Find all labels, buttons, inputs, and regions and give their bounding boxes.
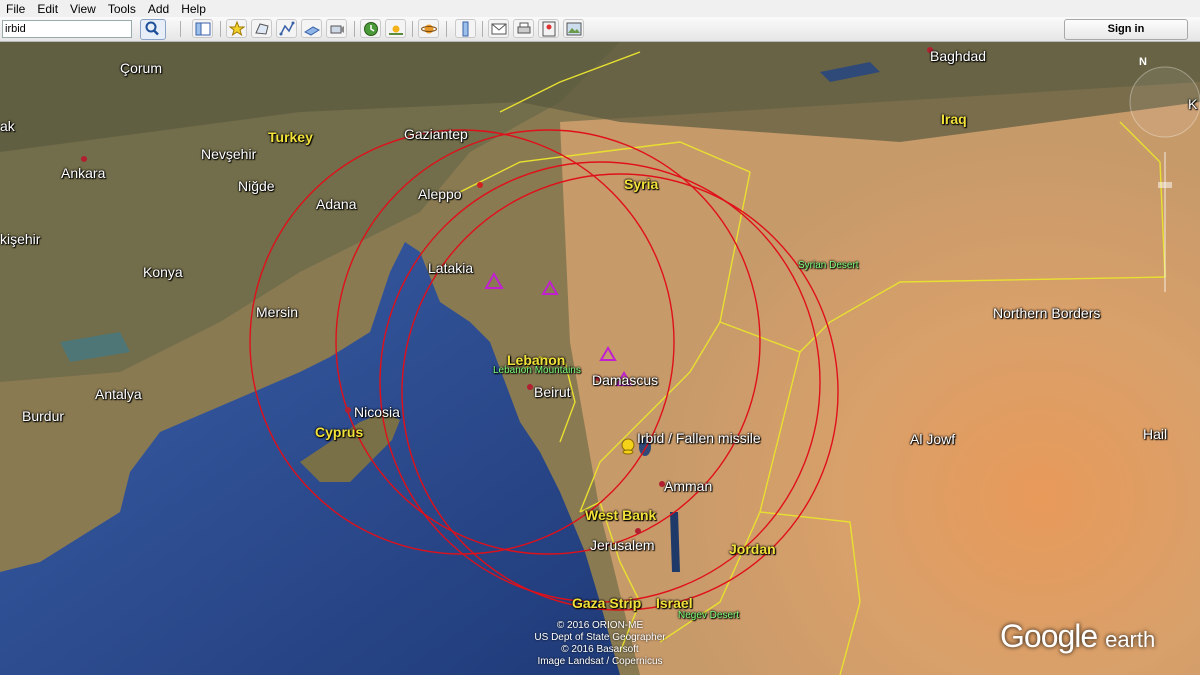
region-label-northern-borders: Northern Borders <box>993 305 1101 321</box>
country-label-turkey: Turkey <box>268 129 313 145</box>
city-label-latakia: Latakia <box>428 260 474 276</box>
email-button[interactable] <box>488 19 509 38</box>
placemark-icon <box>229 21 245 37</box>
city-label-kisehir: kişehir <box>0 231 41 247</box>
feature-label-syrian-desert: Syrian Desert <box>798 260 859 271</box>
menu-file[interactable]: File <box>0 0 31 17</box>
historical-imagery-button[interactable] <box>360 19 381 38</box>
camera-icon <box>330 25 344 34</box>
city-label-nevsehir: Nevşehir <box>201 146 257 162</box>
polygon-icon <box>255 23 269 35</box>
country-label-iraq: Iraq <box>941 111 967 127</box>
sidebar-toggle-button[interactable] <box>192 19 213 38</box>
country-label-west-bank: West Bank <box>585 507 657 523</box>
magnifier-icon <box>145 21 159 36</box>
menu-add[interactable]: Add <box>142 0 175 17</box>
menu-bar: File Edit View Tools Add Help <box>0 0 1200 17</box>
map-imagery: N <box>0 42 1200 675</box>
city-label-adana: Adana <box>316 196 357 212</box>
city-label-hail: Hail <box>1143 426 1168 442</box>
map-view[interactable]: N Baghdad Çorum ak Nevşehir Ankara Niğde… <box>0 42 1200 675</box>
city-label-nicosia: Nicosia <box>354 404 400 420</box>
logo-main: Google <box>1000 618 1098 654</box>
search-button[interactable] <box>140 19 166 40</box>
add-placemark-button[interactable] <box>226 19 247 38</box>
image-overlay-icon <box>304 26 320 36</box>
city-label-mersin: Mersin <box>256 304 299 320</box>
planet-icon <box>421 24 437 34</box>
attribution-line: © 2016 ORION-ME <box>556 620 644 631</box>
sunlight-button[interactable] <box>385 19 406 38</box>
capital-star-icon <box>345 407 351 413</box>
clock-icon <box>364 22 378 36</box>
svg-text:N: N <box>1139 56 1147 68</box>
menu-view[interactable]: View <box>64 0 102 17</box>
save-image-icon <box>566 22 582 36</box>
country-label-israel: Israel <box>656 595 693 611</box>
irbid-pin-icon <box>621 438 635 455</box>
capital-star-icon <box>635 528 641 534</box>
toolbar-separator <box>354 21 355 37</box>
city-label-beirut: Beirut <box>534 384 571 400</box>
record-tour-button[interactable] <box>326 19 347 38</box>
menu-tools[interactable]: Tools <box>102 0 142 17</box>
country-label-jordan: Jordan <box>729 541 776 557</box>
view-in-maps-button[interactable] <box>538 19 559 38</box>
city-dot-icon <box>477 182 483 188</box>
country-label-cyprus: Cyprus <box>315 424 364 440</box>
city-label-konya: Konya <box>143 264 183 280</box>
search-input[interactable]: irbid <box>2 20 132 38</box>
menu-edit[interactable]: Edit <box>31 0 64 17</box>
ruler-icon <box>462 21 469 37</box>
city-label-k: K <box>1188 96 1198 112</box>
city-label-antalya: Antalya <box>95 386 142 402</box>
capital-star-icon <box>527 384 533 390</box>
toolbar-separator <box>220 21 221 37</box>
city-label-nigde: Niğde <box>238 178 275 194</box>
toolbar: irbid Sign in <box>0 17 1200 42</box>
city-label-ak: ak <box>0 118 15 134</box>
attribution-line: © 2016 Basarsoft <box>561 644 639 655</box>
path-icon <box>279 21 295 36</box>
toolbar-separator <box>446 21 447 37</box>
city-label-amman: Amman <box>664 478 713 494</box>
toolbar-separator <box>482 21 483 37</box>
add-image-overlay-button[interactable] <box>301 19 322 38</box>
ruler-button[interactable] <box>455 19 476 38</box>
add-polygon-button[interactable] <box>251 19 272 38</box>
capital-star-icon <box>81 156 87 162</box>
city-label-burdur: Burdur <box>22 408 65 424</box>
city-label-jerusalem: Jerusalem <box>590 537 655 553</box>
logo-sub: earth <box>1105 627 1156 652</box>
print-button[interactable] <box>513 19 534 38</box>
printer-icon <box>517 22 531 34</box>
sun-icon <box>389 25 403 35</box>
city-label-al-jouf: Al Jowf <box>910 431 956 447</box>
feature-label-negev: Negev Desert <box>678 610 740 621</box>
attribution-line: Image Landsat / Copernicus <box>537 656 663 667</box>
toolbar-separator <box>412 21 413 37</box>
email-icon <box>491 23 507 35</box>
country-label-gaza: Gaza Strip <box>572 595 642 611</box>
maps-icon <box>542 21 556 37</box>
google-earth-logo: Google earth <box>1000 618 1155 655</box>
attribution-line: US Dept of State Geographer <box>534 632 666 643</box>
planets-button[interactable] <box>418 19 439 38</box>
map-attribution: © 2016 ORION-ME US Dept of State Geograp… <box>520 620 680 668</box>
feature-label-lebanon-mountains: Lebanon Mountains <box>493 365 581 376</box>
sign-in-button[interactable]: Sign in <box>1064 19 1188 40</box>
city-label-damascus: Damascus <box>592 372 659 388</box>
city-label-ankara: Ankara <box>61 165 106 181</box>
city-label-aleppo: Aleppo <box>418 186 462 202</box>
save-image-button[interactable] <box>563 19 584 38</box>
menu-help[interactable]: Help <box>175 0 212 17</box>
city-label-baghdad: Baghdad <box>930 48 987 64</box>
city-label-corum: Çorum <box>120 60 163 76</box>
city-label-gaziantep: Gaziantep <box>404 126 468 142</box>
city-label-irbid: Irbid / Fallen missile <box>637 430 761 446</box>
toolbar-separator <box>180 21 181 37</box>
add-path-button[interactable] <box>276 19 297 38</box>
sidebar-icon <box>195 22 211 36</box>
country-label-syria: Syria <box>624 176 659 192</box>
